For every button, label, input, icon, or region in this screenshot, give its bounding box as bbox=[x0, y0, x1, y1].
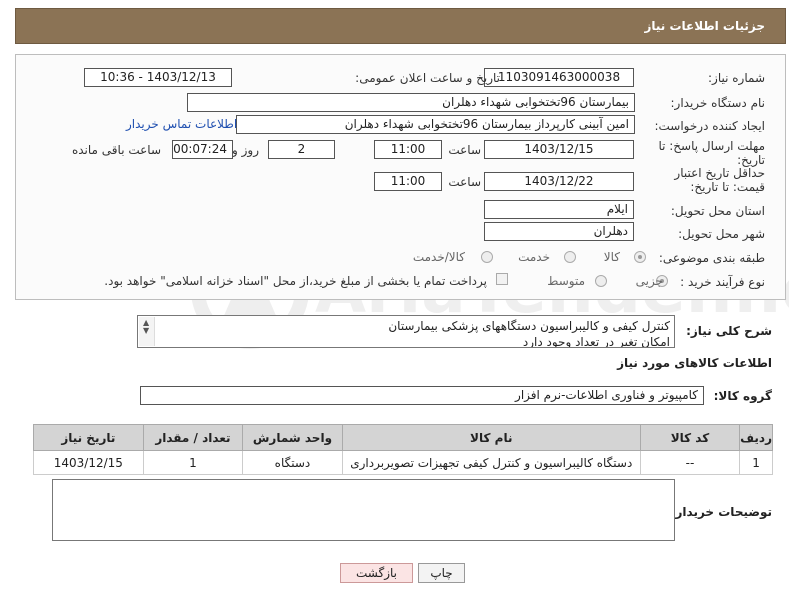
validity-time-field: 11:00 bbox=[374, 172, 442, 191]
goods-group-field: کامپیوتر و فناوری اطلاعات-نرم افزار bbox=[140, 386, 704, 405]
creator-label: ایجاد کننده درخواست: bbox=[654, 119, 765, 133]
province-label: استان محل تحویل: bbox=[670, 204, 765, 218]
days-label: روز و bbox=[232, 143, 259, 157]
scroll-down-icon[interactable]: ▼ bbox=[143, 327, 149, 335]
goods-table: ردیف کد کالا نام کالا واحد شمارش تعداد /… bbox=[33, 424, 773, 475]
buyer-notes-label: توضیحات خریدار: bbox=[670, 505, 772, 519]
col-date: تاریخ نیاز bbox=[33, 424, 144, 451]
row-index: 1 bbox=[739, 450, 773, 475]
row-date: 1403/12/15 bbox=[33, 450, 144, 475]
category-both-label: کالا/خدمت bbox=[412, 250, 465, 264]
row-unit: دستگاه bbox=[242, 450, 343, 475]
buyer-notes-textarea[interactable] bbox=[52, 479, 675, 541]
category-goods-radio[interactable] bbox=[634, 251, 646, 263]
deadline-time-field: 11:00 bbox=[374, 140, 442, 159]
description-label: شرح کلی نیاز: bbox=[686, 324, 772, 338]
row-qty: 1 bbox=[142, 450, 244, 475]
remaining-label: ساعت باقی مانده bbox=[71, 143, 161, 157]
deadline-label: مهلت ارسال پاسخ: تا تاریخ: bbox=[658, 139, 765, 167]
goods-section-title: اطلاعات کالاهای مورد نیاز bbox=[617, 356, 772, 370]
category-both-radio[interactable] bbox=[481, 251, 493, 263]
buyer-org-label: نام دستگاه خریدار: bbox=[670, 96, 766, 110]
days-field: 2 bbox=[268, 140, 335, 159]
row-code: -- bbox=[639, 450, 741, 475]
deadline-date-field: 1403/12/15 bbox=[484, 140, 634, 159]
col-code: کد کالا bbox=[639, 424, 741, 451]
print-button[interactable]: چاپ bbox=[418, 563, 465, 583]
col-qty: تعداد / مقدار bbox=[142, 424, 244, 451]
need-number-field: 1103091463000038 bbox=[484, 68, 634, 87]
city-label: شهر محل تحویل: bbox=[678, 227, 765, 241]
col-index: ردیف bbox=[739, 424, 773, 451]
goods-group-label: گروه کالا: bbox=[713, 389, 772, 403]
page-header: جزئیات اطلاعات نیاز bbox=[15, 8, 786, 44]
treasury-payment-checkbox[interactable] bbox=[496, 273, 508, 285]
process-medium-label: متوسط bbox=[547, 274, 585, 288]
process-partial-label: جزیی bbox=[635, 274, 663, 288]
buyer-org-field: بیمارستان 96تختخوابی شهداء دهلران bbox=[187, 93, 635, 112]
category-goods-label: کالا bbox=[603, 250, 620, 264]
goods-table-header: ردیف کد کالا نام کالا واحد شمارش تعداد /… bbox=[33, 424, 773, 451]
category-service-radio[interactable] bbox=[564, 251, 576, 263]
category-label: طبقه بندی موضوعی: bbox=[658, 251, 765, 265]
description-scrollbar[interactable]: ▲ ▼ bbox=[139, 317, 155, 346]
description-line-1: کنترل کیفی و کالیبراسیون دستگاههای پزشکی… bbox=[388, 319, 670, 333]
payment-note: پرداخت تمام یا بخشی از مبلغ خرید،از محل … bbox=[104, 274, 487, 288]
process-medium-radio[interactable] bbox=[595, 275, 607, 287]
validity-date-field: 1403/12/22 bbox=[484, 172, 634, 191]
announce-field: 1403/12/13 - 10:36 bbox=[84, 68, 232, 87]
creator-field: امین آبینی کارپرداز بیمارستان 96تختخوابی… bbox=[236, 115, 635, 134]
back-button[interactable]: بازگشت bbox=[340, 563, 413, 583]
city-field: دهلران bbox=[484, 222, 634, 241]
validity-time-label: ساعت bbox=[448, 175, 481, 189]
description-line-2: امکان تغیر در تعداد وجود دارد bbox=[522, 335, 670, 348]
page-title: جزئیات اطلاعات نیاز bbox=[644, 19, 765, 33]
col-unit: واحد شمارش bbox=[242, 424, 343, 451]
deadline-time-label: ساعت bbox=[448, 143, 481, 157]
need-info-panel: شماره نیاز: 1103091463000038 تاریخ و ساع… bbox=[15, 54, 786, 300]
table-row: 1 -- دستگاه کالیبراسیون و کنترل کیفی تجه… bbox=[33, 450, 773, 475]
category-service-label: خدمت bbox=[518, 250, 550, 264]
validity-label: حداقل تاریخ اعتبار قیمت: تا تاریخ: bbox=[674, 166, 765, 194]
col-name: نام کالا bbox=[341, 424, 641, 451]
announce-label: تاریخ و ساعت اعلان عمومی: bbox=[355, 71, 500, 85]
buyer-contact-link[interactable]: اطلاعات تماس خریدار bbox=[126, 117, 237, 131]
need-number-label: شماره نیاز: bbox=[708, 71, 765, 85]
row-name: دستگاه کالیبراسیون و کنترل کیفی تجهیزات … bbox=[341, 450, 641, 475]
description-textarea[interactable]: ▲ ▼ کنترل کیفی و کالیبراسیون دستگاههای پ… bbox=[137, 315, 675, 348]
process-label: نوع فرآیند خرید : bbox=[680, 275, 765, 289]
remaining-time-field: 00:07:24 bbox=[172, 140, 233, 159]
province-field: ایلام bbox=[484, 200, 634, 219]
